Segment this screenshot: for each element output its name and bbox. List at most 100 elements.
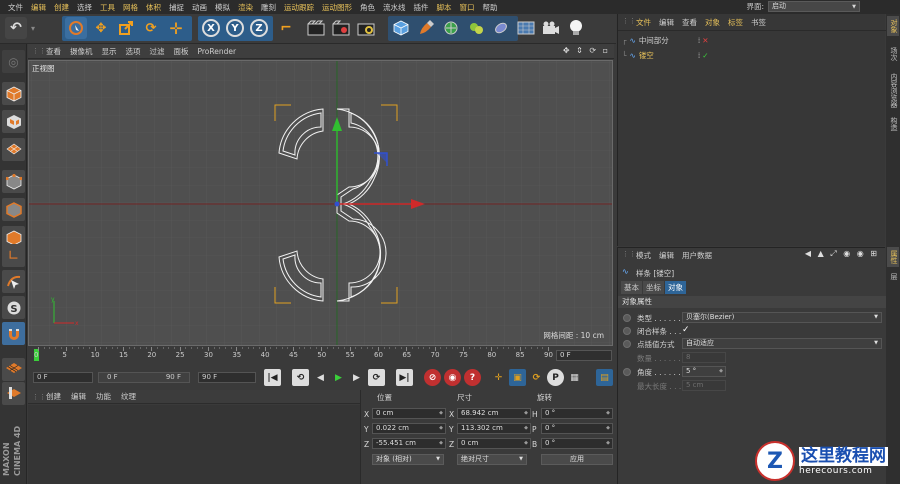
- end-frame-field[interactable]: 90 F: [198, 372, 256, 383]
- side-tab-content-browser[interactable]: 内容浏览器: [887, 70, 899, 111]
- size-x-field[interactable]: 68.942 cm ◆: [457, 408, 531, 419]
- menu-animate[interactable]: 动画: [188, 2, 211, 13]
- timeline-window-icon[interactable]: ▤: [596, 369, 613, 386]
- snap-icon[interactable]: S: [2, 296, 25, 319]
- record-keys-icon[interactable]: ⊘: [424, 369, 441, 386]
- object-row-middle[interactable]: ┌ ∿ 中间部分 ⁞ ✕: [622, 34, 884, 47]
- light-icon[interactable]: [565, 17, 587, 39]
- live-select-icon[interactable]: [65, 17, 87, 39]
- current-frame-field[interactable]: 0 F: [556, 350, 612, 361]
- go-to-prev-key-icon[interactable]: ⟲: [292, 369, 309, 386]
- array-icon[interactable]: [465, 17, 487, 39]
- visibility-dots-icon[interactable]: ⁞: [698, 51, 700, 60]
- animation-dot[interactable]: [623, 368, 631, 376]
- menu-mesh[interactable]: 网格: [119, 2, 142, 13]
- viewport-menu-cameras[interactable]: 摄像机: [70, 46, 93, 57]
- objmgr-menu-objects[interactable]: 对象: [705, 17, 720, 29]
- attr-menu-edit[interactable]: 编辑: [659, 250, 674, 261]
- attr-tab-basic[interactable]: 基本: [621, 281, 642, 294]
- x-axis-icon[interactable]: X: [200, 17, 222, 39]
- rot-b-field[interactable]: 0 ° ◆: [541, 438, 613, 449]
- deformer-icon[interactable]: [490, 17, 512, 39]
- layout-select[interactable]: 启动: [768, 1, 860, 12]
- side-tab-objects[interactable]: 对象: [887, 16, 899, 36]
- start-frame-field[interactable]: 0 F: [33, 372, 93, 383]
- key-scale-icon[interactable]: ▣: [509, 369, 526, 386]
- keyframe-selection-icon[interactable]: ?: [464, 369, 481, 386]
- key-move-icon[interactable]: ✛: [490, 369, 507, 386]
- objmgr-menu-bookmarks[interactable]: 书签: [751, 17, 766, 29]
- size-y-field[interactable]: 113.302 cm ◆: [457, 423, 531, 434]
- grid-points-icon[interactable]: [2, 358, 25, 381]
- attr-menu-user-data[interactable]: 用户数据: [682, 250, 712, 261]
- enable-axis-icon[interactable]: ∟: [2, 244, 25, 267]
- make-editable-icon[interactable]: ◎: [2, 50, 25, 73]
- animation-dot[interactable]: [623, 340, 631, 348]
- coordinate-system-icon[interactable]: ⌐: [275, 17, 297, 39]
- objmgr-menu-file[interactable]: 文件: [636, 17, 651, 29]
- rot-p-field[interactable]: 0 ° ◆: [541, 423, 613, 434]
- viewport-menu-options[interactable]: 选项: [126, 46, 141, 57]
- material-menu-texture[interactable]: 纹理: [121, 391, 136, 402]
- menu-edit[interactable]: 编辑: [27, 2, 50, 13]
- go-to-start-icon[interactable]: |◀: [264, 369, 281, 386]
- side-tab-structure[interactable]: 构造: [887, 114, 899, 134]
- side-tab-attributes[interactable]: 属性: [887, 247, 899, 267]
- object-row-hollow[interactable]: └ ∿ 镂空 ⁞ ✓: [622, 49, 884, 62]
- apply-button[interactable]: 应用: [541, 454, 613, 465]
- timeline[interactable]: 0 5 10 15 20 25 30 35 40 45 50 55 60 65 70 75 80 85 90 0 F: [28, 347, 614, 365]
- go-to-end-icon[interactable]: ▶|: [396, 369, 413, 386]
- attr-tab-coord[interactable]: 坐标: [643, 281, 664, 294]
- menu-script[interactable]: 脚本: [433, 2, 456, 13]
- attr-nav-icons[interactable]: ◀ ▲ ⤢ ◉ ◉ ⊞: [805, 249, 879, 259]
- menu-create[interactable]: 创建: [50, 2, 73, 13]
- objmgr-menu-view[interactable]: 查看: [682, 17, 697, 29]
- magnet-icon[interactable]: [2, 322, 25, 345]
- menu-motion-tracking[interactable]: 运动跟踪: [280, 2, 318, 13]
- edit-render-settings-icon[interactable]: [355, 17, 377, 39]
- frame-range-slider[interactable]: 0 F 90 F: [98, 372, 190, 383]
- viewport-menu-filter[interactable]: 过滤: [150, 46, 165, 57]
- subdivision-icon[interactable]: [440, 17, 462, 39]
- menu-snap[interactable]: 捕捉: [165, 2, 188, 13]
- menu-window[interactable]: 窗口: [456, 2, 479, 13]
- y-axis-icon[interactable]: Y: [224, 17, 246, 39]
- viewport-nav-icons[interactable]: ✥ ⇕ ⟳ ▫: [563, 46, 610, 55]
- viewport-menu-view[interactable]: 查看: [46, 46, 61, 57]
- objmgr-menu-edit[interactable]: 编辑: [659, 17, 674, 29]
- coord-mode-select[interactable]: 对象 (相对) ▼: [372, 454, 444, 465]
- menu-help[interactable]: 帮助: [479, 2, 502, 13]
- angle-field[interactable]: 5 ° ◆: [682, 366, 726, 377]
- type-select[interactable]: 贝塞尔(Bezier) ▼: [682, 312, 882, 323]
- key-param-icon[interactable]: P: [547, 369, 564, 386]
- material-menu-function[interactable]: 功能: [96, 391, 111, 402]
- drag-handle-icon[interactable]: ⋮⋮: [32, 393, 46, 401]
- visibility-dots-icon[interactable]: ⁞: [698, 36, 700, 45]
- material-area[interactable]: [28, 405, 360, 484]
- pos-z-field[interactable]: -55.451 cm ◆: [372, 438, 446, 449]
- play-icon[interactable]: ▶: [330, 369, 347, 386]
- animation-dot[interactable]: [623, 314, 631, 322]
- model-mode-icon[interactable]: [2, 82, 25, 105]
- undo-icon[interactable]: ↶: [5, 17, 27, 39]
- pos-y-field[interactable]: 0.022 cm ◆: [372, 423, 446, 434]
- attr-tab-object[interactable]: 对象: [665, 281, 686, 294]
- recent-tools-icon[interactable]: ✛: [165, 17, 187, 39]
- menu-file[interactable]: 文件: [4, 2, 27, 13]
- floor-icon[interactable]: [515, 17, 537, 39]
- workplane-icon[interactable]: [2, 138, 25, 161]
- interpolation-select[interactable]: 自动适应 ▼: [682, 338, 882, 349]
- material-menu-create[interactable]: 创建: [46, 391, 61, 402]
- material-menu-edit[interactable]: 编辑: [71, 391, 86, 402]
- menu-simulate[interactable]: 模拟: [211, 2, 234, 13]
- menu-select[interactable]: 选择: [73, 2, 96, 13]
- side-tab-takes[interactable]: 场次: [887, 44, 899, 64]
- rotate-icon[interactable]: ⟳: [140, 17, 162, 39]
- menu-character[interactable]: 角色: [356, 2, 379, 13]
- side-tab-layers[interactable]: 层: [887, 270, 899, 283]
- size-mode-select[interactable]: 绝对尺寸 ▼: [457, 454, 527, 465]
- disabled-x-icon[interactable]: ✕: [702, 36, 708, 45]
- move-icon[interactable]: ✥: [90, 17, 112, 39]
- edges-mode-icon[interactable]: [2, 198, 25, 221]
- size-z-field[interactable]: 0 cm ◆: [457, 438, 531, 449]
